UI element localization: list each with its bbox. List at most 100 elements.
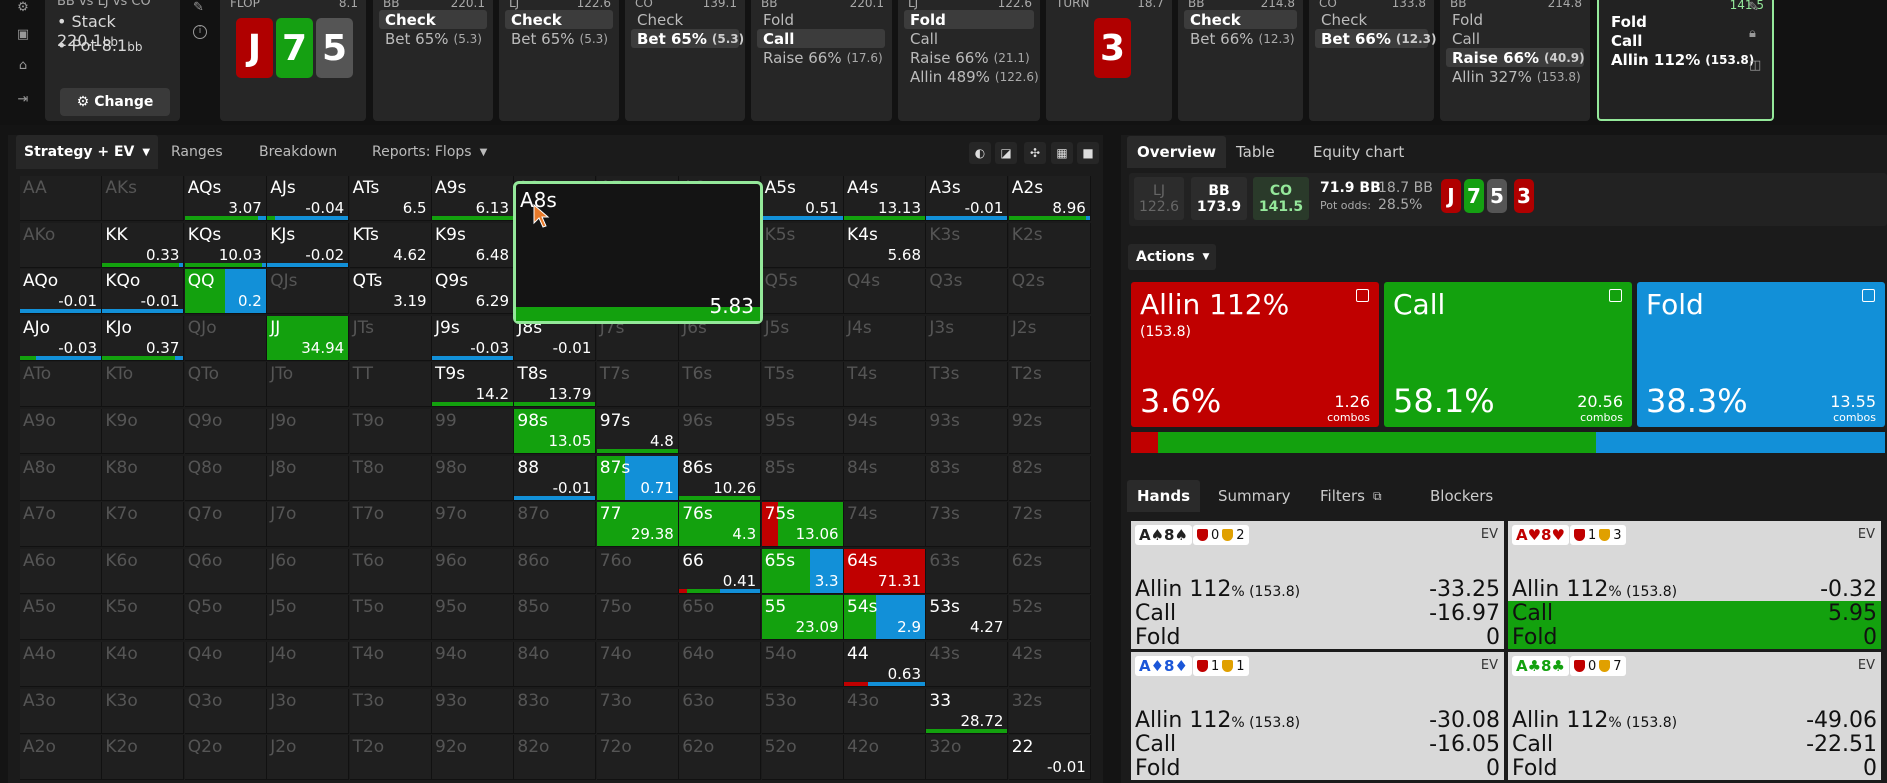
hand-cell-33[interactable]: 33 28.72 xyxy=(926,688,1009,734)
hand-cell-j9s[interactable]: J9s -0.03 xyxy=(432,315,514,361)
option-allin[interactable]: Allin 112% (153.8) xyxy=(1605,50,1765,69)
option-check[interactable]: Check xyxy=(379,10,487,29)
hand-cell-87s[interactable]: 87s 0.71 xyxy=(596,455,679,501)
hand-cell-85o[interactable]: 85o xyxy=(514,595,597,641)
hand-cell-83o[interactable]: 83o xyxy=(514,688,597,734)
hand-cell-a6o[interactable]: A6o xyxy=(20,548,102,594)
action-allin[interactable]: Allin 112% (153.8) 3.6% 1.26 combos xyxy=(1131,282,1379,427)
hand-cell-k7o[interactable]: K7o xyxy=(102,502,185,548)
option-bet[interactable]: Bet 66% (12.3) xyxy=(1315,29,1436,48)
hand-cell-52o[interactable]: 52o xyxy=(761,735,844,781)
edit-node-icon[interactable]: ✎ xyxy=(1748,0,1759,15)
hand-cell-a4s[interactable]: A4s 13.13 xyxy=(844,176,926,221)
hand-cell-62s[interactable]: 62s xyxy=(1008,548,1091,594)
hand-cell-t6o[interactable]: T6o xyxy=(349,548,432,594)
option-allin[interactable]: Allin 327% (153.8) xyxy=(1446,67,1584,86)
view-mode-2-icon[interactable]: ◪ xyxy=(995,142,1017,164)
hand-cell-q8o[interactable]: Q8o xyxy=(184,455,267,501)
tab-table[interactable]: Table xyxy=(1236,136,1275,168)
hand-cell-86s[interactable]: 86s 10.26 xyxy=(679,455,762,501)
hand-cell-76s[interactable]: 76s 4.3 xyxy=(679,502,762,548)
node-co-turn-active[interactable]: 141.5 Fold Call Allin 112% (153.8) xyxy=(1597,0,1774,121)
hand-cell-a9s[interactable]: A9s 6.13 xyxy=(432,176,514,221)
option-bet[interactable]: Bet 65% (5.3) xyxy=(379,29,487,48)
square-icon[interactable]: ■ xyxy=(1077,142,1099,164)
hand-cell-t5o[interactable]: T5o xyxy=(349,595,432,641)
node-co-turn[interactable]: CO 133.8 Check Bet 66% (12.3) xyxy=(1309,0,1436,121)
hand-cell-k3s[interactable]: K3s xyxy=(926,222,1009,268)
hand-cell-84s[interactable]: 84s xyxy=(844,455,926,501)
tab-strategy-ev[interactable]: Strategy + EV ▼ xyxy=(16,135,159,169)
hand-cell-94o[interactable]: 94o xyxy=(432,642,514,687)
hand-cell-j4s[interactable]: J4s xyxy=(844,315,926,361)
hand-cell-75o[interactable]: 75o xyxy=(596,595,679,641)
tab-filters[interactable]: Filters ⧉ xyxy=(1320,480,1382,512)
hand-cell-t6s[interactable]: T6s xyxy=(679,362,762,408)
hand-cell-kqs[interactable]: KQs 10.03 xyxy=(184,222,267,268)
option-allin[interactable]: Allin 489% (122.6) xyxy=(904,67,1039,86)
hand-cell-q5s[interactable]: Q5s xyxy=(761,269,844,315)
hand-cell-qjo[interactable]: QJo xyxy=(184,315,267,361)
tab-hands[interactable]: Hands xyxy=(1127,480,1201,512)
info-icon[interactable]: i xyxy=(193,25,207,39)
hand-cell-76o[interactable]: 76o xyxy=(596,548,679,594)
hand-cell-aqs[interactable]: AQs 3.07 xyxy=(184,176,267,221)
hand-cell-93o[interactable]: 93o xyxy=(432,688,514,734)
hand-cell-32s[interactable]: 32s xyxy=(1008,688,1091,734)
hand-cell-j9o[interactable]: J9o xyxy=(267,409,350,454)
details-icon[interactable] xyxy=(1609,289,1622,302)
hand-cell-kk[interactable]: KK 0.33 xyxy=(102,222,185,268)
hand-cell-82o[interactable]: 82o xyxy=(514,735,597,781)
hand-cell-j2s[interactable]: J2s xyxy=(1008,315,1091,361)
hand-combo-card[interactable]: A♣8♣ 0 7 EV Allin 112% (153.8) -49.06 Call -22.… xyxy=(1508,652,1881,781)
option-check[interactable]: Check xyxy=(1315,10,1428,29)
hand-cell-74o[interactable]: 74o xyxy=(596,642,679,687)
hand-cell-63s[interactable]: 63s xyxy=(926,548,1009,594)
hand-cell-j7o[interactable]: J7o xyxy=(267,502,350,548)
hand-cell-43o[interactable]: 43o xyxy=(844,688,926,734)
hand-cell-82s[interactable]: 82s xyxy=(1008,455,1091,501)
hand-cell-44[interactable]: 44 0.63 xyxy=(844,642,926,687)
hand-cell-q6o[interactable]: Q6o xyxy=(184,548,267,594)
compare-icon[interactable]: ◫ xyxy=(1749,58,1761,73)
option-bet[interactable]: Bet 65% (5.3) xyxy=(631,29,744,48)
hand-cell-92o[interactable]: 92o xyxy=(432,735,514,781)
view-mode-1-icon[interactable]: ◐ xyxy=(969,142,991,164)
hand-cell-53o[interactable]: 53o xyxy=(761,688,844,734)
tab-reports[interactable]: Reports: Flops ▼ xyxy=(372,135,487,169)
hand-cell-j4o[interactable]: J4o xyxy=(267,642,350,687)
hand-cell-ajs[interactable]: AJs -0.04 xyxy=(267,176,350,221)
hand-cell-97o[interactable]: 97o xyxy=(432,502,514,548)
actions-dropdown[interactable]: Actions ▼ xyxy=(1128,244,1216,270)
hand-cell-j6o[interactable]: J6o xyxy=(267,548,350,594)
option-bet[interactable]: Bet 65% (5.3) xyxy=(505,29,613,48)
hand-cell-42o[interactable]: 42o xyxy=(844,735,926,781)
hand-cell-t3o[interactable]: T3o xyxy=(349,688,432,734)
hand-cell-t9s[interactable]: T9s 14.2 xyxy=(432,362,514,408)
hand-cell-kjo[interactable]: KJo 0.37 xyxy=(102,315,185,361)
action-call[interactable]: Call 58.1% 20.56 combos xyxy=(1384,282,1632,427)
tab-blockers[interactable]: Blockers xyxy=(1430,480,1493,512)
option-check[interactable]: Check xyxy=(631,10,739,29)
hand-cell-96o[interactable]: 96o xyxy=(432,548,514,594)
option-call[interactable]: Call xyxy=(904,29,1034,48)
hand-cell-a4o[interactable]: A4o xyxy=(20,642,102,687)
hand-cell-94s[interactable]: 94s xyxy=(844,409,926,454)
hand-cell-63o[interactable]: 63o xyxy=(679,688,762,734)
option-call[interactable]: Call xyxy=(757,29,885,48)
hand-cell-t2s[interactable]: T2s xyxy=(1008,362,1091,408)
hand-cell-k4o[interactable]: K4o xyxy=(102,642,185,687)
hand-cell-jj[interactable]: JJ 34.94 xyxy=(267,315,350,361)
hand-cell-q9o[interactable]: Q9o xyxy=(184,409,267,454)
hand-cell-98o[interactable]: 98o xyxy=(432,455,514,501)
hand-cell-ajo[interactable]: AJo -0.03 xyxy=(20,315,102,361)
hand-cell-72o[interactable]: 72o xyxy=(596,735,679,781)
hand-cell-a2o[interactable]: A2o xyxy=(20,735,102,781)
option-fold[interactable]: Fold xyxy=(757,10,885,29)
hand-cell-kqo[interactable]: KQo -0.01 xyxy=(102,269,185,315)
action-fold[interactable]: Fold 38.3% 13.55 combos xyxy=(1637,282,1885,427)
hand-cell-a2s[interactable]: A2s 8.96 xyxy=(1008,176,1091,221)
hand-cell-75s[interactable]: 75s 13.06 xyxy=(761,502,844,548)
hand-cell-q4o[interactable]: Q4o xyxy=(184,642,267,687)
hand-cell-43s[interactable]: 43s xyxy=(926,642,1009,687)
